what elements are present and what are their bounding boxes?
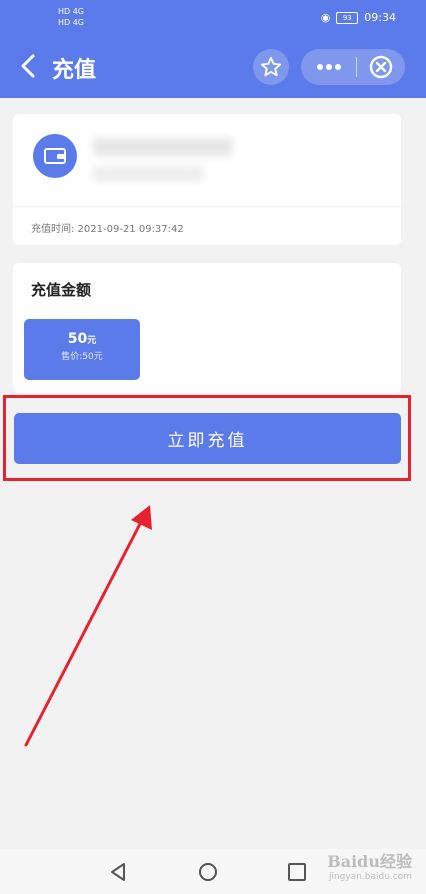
amount-price: 售价:50元 xyxy=(61,352,103,362)
status-bar: HD 4G HD 4G ◉ 93 09:34 xyxy=(0,0,426,36)
page-title: 充值 xyxy=(52,58,97,83)
network-line-1: HD 4G xyxy=(58,7,85,16)
circle-home-icon xyxy=(199,863,217,881)
amount-title: 充值金额 xyxy=(31,281,92,299)
close-button[interactable] xyxy=(357,49,405,85)
nav-home-button[interactable] xyxy=(196,860,220,884)
close-circle-icon xyxy=(369,55,393,79)
amount-unit: 元 xyxy=(87,336,97,346)
amount-card: 充值金额 50元 售价:50元 xyxy=(13,263,401,393)
more-dots-icon xyxy=(316,64,341,70)
eye-icon: ◉ xyxy=(320,11,331,24)
network-indicator: HD 4G HD 4G xyxy=(58,6,84,28)
recharge-time: 充值时间: 2021-09-21 09:37:42 xyxy=(31,224,184,235)
wallet-icon xyxy=(44,148,66,164)
blurred-account-name xyxy=(93,138,233,156)
status-right: ◉ 93 09:34 xyxy=(321,11,396,24)
app-header: 充值 xyxy=(0,36,426,98)
amount-option[interactable]: 50元 售价:50元 xyxy=(24,319,140,380)
amount-value: 50 xyxy=(67,331,88,347)
back-button[interactable] xyxy=(14,51,44,81)
favorite-button[interactable] xyxy=(253,49,289,85)
card-divider xyxy=(13,206,401,207)
battery-icon: 93 xyxy=(336,11,359,24)
nav-recent-button[interactable] xyxy=(285,860,309,884)
chevron-left-icon xyxy=(21,54,35,78)
star-icon xyxy=(260,56,282,77)
triangle-back-icon xyxy=(111,863,125,881)
watermark-logo: Baidu经验 xyxy=(327,852,412,871)
nav-back-button[interactable] xyxy=(106,860,130,884)
more-button[interactable] xyxy=(301,49,356,85)
amount-value-line: 50元 xyxy=(24,331,140,347)
account-card: 充值时间: 2021-09-21 09:37:42 xyxy=(13,114,401,245)
blurred-account-detail xyxy=(93,166,203,182)
status-time: 09:34 xyxy=(364,11,396,24)
watermark-url: jingyan.baidu.com xyxy=(328,872,412,882)
square-recent-icon xyxy=(288,863,306,881)
recharge-now-button[interactable]: 立即充值 xyxy=(14,413,401,464)
wallet-avatar xyxy=(33,134,77,178)
mini-program-capsule xyxy=(301,49,405,85)
network-line-2: HD 4G xyxy=(58,18,85,27)
